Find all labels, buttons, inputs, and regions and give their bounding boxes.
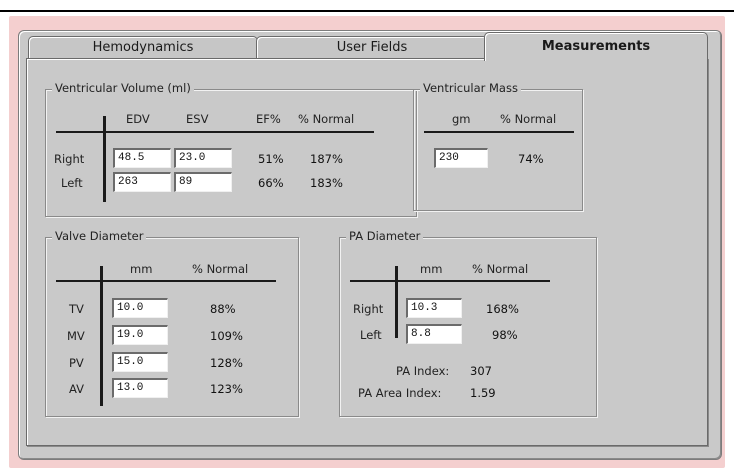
pa-area-index-label: PA Area Index: bbox=[358, 386, 442, 400]
pv-field[interactable]: 15.0 bbox=[112, 352, 168, 372]
esv-left-field[interactable]: 89 bbox=[174, 172, 232, 192]
valve-normal-header: % Normal bbox=[192, 262, 249, 276]
pa-normal-header: % Normal bbox=[472, 262, 529, 276]
pa-left-field[interactable]: 8.8 bbox=[406, 324, 462, 344]
pa-label-right: Right bbox=[353, 302, 384, 316]
pa-area-index-value: 1.59 bbox=[470, 386, 496, 400]
valve-diameter-title: Valve Diameter bbox=[52, 229, 147, 243]
valve-mm-header: mm bbox=[130, 262, 153, 276]
vol-row-label-right: Right bbox=[54, 152, 85, 166]
vol-row-label-left: Left bbox=[61, 176, 83, 190]
valve-header-rule bbox=[56, 280, 276, 282]
vol-row-rule bbox=[103, 116, 106, 202]
pa-index-label: PA Index: bbox=[396, 364, 450, 378]
ventricular-volume-title: Ventricular Volume (ml) bbox=[52, 81, 194, 95]
esv-header: ESV bbox=[186, 112, 209, 126]
mv-field[interactable]: 19.0 bbox=[112, 325, 168, 345]
mass-gm-header: gm bbox=[452, 112, 471, 126]
av-field[interactable]: 13.0 bbox=[112, 378, 168, 398]
tab-user-fields-label: User Fields bbox=[336, 40, 408, 55]
valve-label-pv: PV bbox=[69, 356, 84, 370]
ventricular-mass-title: Ventricular Mass bbox=[420, 81, 521, 95]
ef-header: EF% bbox=[256, 112, 281, 126]
mass-normal-header: % Normal bbox=[500, 112, 557, 126]
pa-left-normal-value: 98% bbox=[492, 328, 518, 342]
valve-label-tv: TV bbox=[69, 302, 84, 316]
tv-normal-value: 88% bbox=[210, 302, 236, 316]
pv-normal-value: 128% bbox=[210, 356, 243, 370]
mv-normal-value: 109% bbox=[210, 329, 243, 343]
mass-normal-value: 74% bbox=[518, 152, 544, 166]
pa-label-left: Left bbox=[360, 328, 382, 342]
mass-header-rule bbox=[424, 131, 574, 133]
pa-row-rule bbox=[395, 266, 398, 338]
edv-left-field[interactable]: 263 bbox=[113, 172, 171, 192]
edv-right-field[interactable]: 48.5 bbox=[113, 148, 171, 168]
pa-mm-header: mm bbox=[420, 262, 443, 276]
tab-hemodynamics[interactable]: Hemodynamics bbox=[28, 36, 258, 59]
vol-normal-header: % Normal bbox=[298, 112, 355, 126]
esv-right-field[interactable]: 23.0 bbox=[174, 148, 232, 168]
pa-diameter-title: PA Diameter bbox=[346, 229, 424, 243]
vol-normal-left-value: 183% bbox=[310, 176, 343, 190]
tab-measurements-label: Measurements bbox=[541, 39, 651, 54]
valve-label-mv: MV bbox=[67, 329, 85, 343]
valve-row-rule bbox=[100, 266, 103, 406]
tv-field[interactable]: 10.0 bbox=[112, 298, 168, 318]
valve-diameter-group: Valve Diameter mm % Normal TV 10.0 88% M… bbox=[45, 229, 299, 417]
tab-user-fields[interactable]: User Fields bbox=[256, 36, 488, 59]
mass-gm-field[interactable]: 230 bbox=[434, 148, 488, 168]
top-rule bbox=[0, 10, 734, 12]
av-normal-value: 123% bbox=[210, 382, 243, 396]
ventricular-mass-group: Ventricular Mass gm % Normal 230 74% bbox=[413, 81, 583, 211]
ef-left-value: 66% bbox=[258, 176, 284, 190]
pa-right-field[interactable]: 10.3 bbox=[406, 298, 462, 318]
tab-hemodynamics-label: Hemodynamics bbox=[92, 40, 194, 55]
pa-diameter-group: PA Diameter mm % Normal Right 10.3 168% … bbox=[339, 229, 597, 417]
measurements-panel: Ventricular Volume (ml) EDV ESV EF% % No… bbox=[26, 58, 708, 446]
valve-label-av: AV bbox=[69, 382, 84, 396]
ventricular-volume-group: Ventricular Volume (ml) EDV ESV EF% % No… bbox=[45, 81, 417, 217]
pa-right-normal-value: 168% bbox=[486, 302, 519, 316]
edv-header: EDV bbox=[126, 112, 150, 126]
pa-index-value: 307 bbox=[470, 364, 492, 378]
vol-normal-right-value: 187% bbox=[310, 152, 343, 166]
tab-measurements[interactable]: Measurements bbox=[484, 32, 708, 61]
ef-right-value: 51% bbox=[258, 152, 284, 166]
pa-header-rule bbox=[350, 280, 550, 282]
